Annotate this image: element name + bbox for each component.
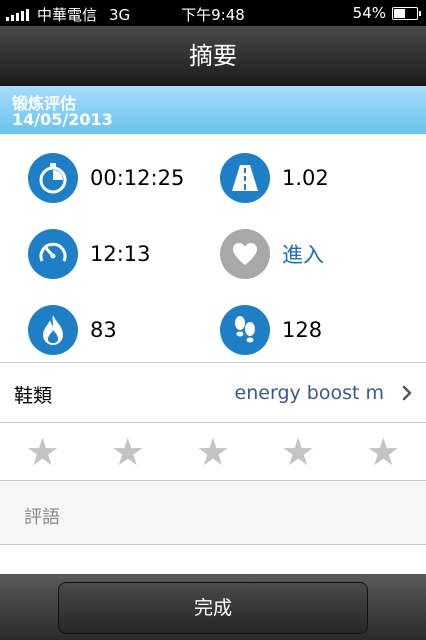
stat-steps: 128 [220, 305, 322, 355]
speedometer-icon [28, 229, 78, 279]
star-icon[interactable]: ★ [26, 433, 60, 471]
status-right: 54% [352, 4, 421, 22]
stat-value: 12:13 [90, 242, 151, 266]
heart-rate-enter-link[interactable]: 進入 [282, 239, 324, 269]
stat-value: 83 [90, 318, 117, 342]
stat-duration: 00:12:25 [28, 153, 184, 203]
bottom-toolbar: 完成 [0, 574, 426, 640]
star-icon[interactable]: ★ [196, 433, 230, 471]
star-icon[interactable]: ★ [366, 433, 400, 471]
star-icon[interactable]: ★ [281, 433, 315, 471]
stat-distance: 1.02 [220, 153, 329, 203]
rating-row: ★ ★ ★ ★ ★ [0, 422, 426, 481]
flame-icon [28, 305, 78, 355]
battery-icon [392, 6, 421, 20]
workout-header: 锻炼评估 14/05/2013 [0, 86, 426, 134]
stat-value: 128 [282, 318, 323, 342]
star-icon[interactable]: ★ [111, 433, 145, 471]
stat-heart-rate[interactable]: 進入 [220, 229, 324, 279]
page-title: 摘要 [189, 42, 237, 70]
stat-pace: 12:13 [28, 229, 151, 279]
chevron-right-icon [402, 385, 412, 405]
heart-icon [220, 229, 270, 279]
comment-field[interactable]: 評語 [0, 480, 426, 545]
shoes-row[interactable]: 鞋類 energy boost m [0, 362, 426, 423]
shoes-value: energy boost m [234, 382, 384, 404]
footsteps-icon [220, 305, 270, 355]
divider [0, 544, 426, 575]
comment-placeholder: 評語 [24, 507, 60, 528]
status-bar: 中華電信 3G 下午9:48 54% [0, 0, 426, 26]
stat-value: 1.02 [282, 166, 329, 190]
nav-bar: 摘要 [0, 26, 426, 86]
battery-percent: 54% [352, 4, 386, 22]
stopwatch-icon [28, 153, 78, 203]
shoes-label: 鞋類 [14, 385, 53, 407]
road-icon [220, 153, 270, 203]
stat-value: 00:12:25 [90, 166, 185, 190]
stat-calories: 83 [28, 305, 117, 355]
workout-date: 14/05/2013 [12, 110, 113, 129]
done-button[interactable]: 完成 [58, 582, 368, 634]
